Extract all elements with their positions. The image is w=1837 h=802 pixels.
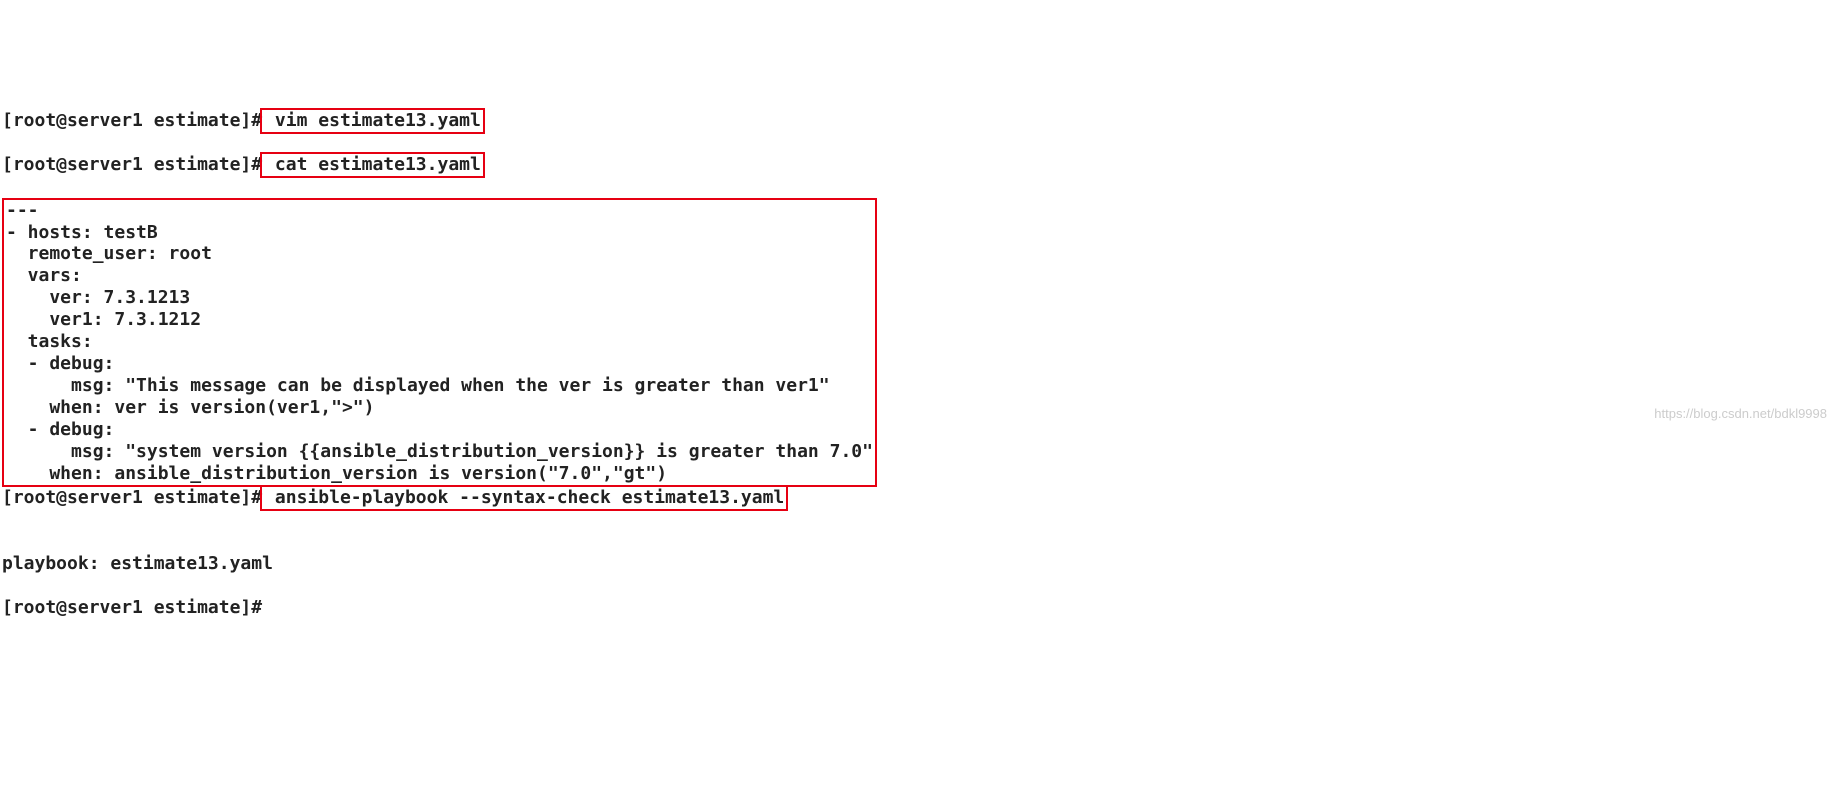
command-cat: cat estimate13.yaml (260, 152, 485, 178)
command-ansible-syntax-check: ansible-playbook --syntax-check estimate… (260, 485, 788, 511)
terminal-output: [root@server1 estimate]# vim estimate13.… (0, 88, 1837, 649)
command-vim: vim estimate13.yaml (260, 108, 485, 134)
playbook-output: playbook: estimate13.yaml (2, 553, 1835, 575)
watermark-text: https://blog.csdn.net/bdkl9998 (1654, 406, 1827, 422)
shell-prompt: [root@server1 estimate]# (2, 487, 262, 508)
shell-prompt: [root@server1 estimate]# (2, 597, 262, 618)
shell-prompt: [root@server1 estimate]# (2, 110, 262, 131)
yaml-file-content: --- - hosts: testB remote_user: root var… (2, 198, 877, 487)
shell-prompt: [root@server1 estimate]# (2, 154, 262, 175)
